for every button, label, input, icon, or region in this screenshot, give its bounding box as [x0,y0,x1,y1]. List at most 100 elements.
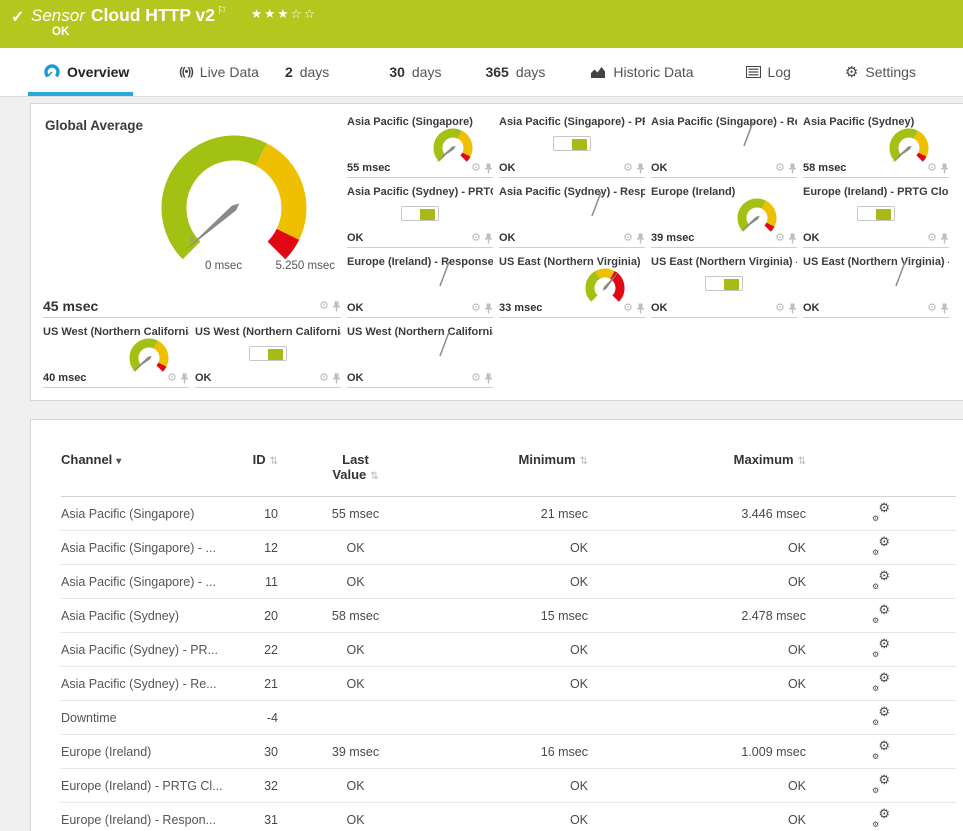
pin-icon[interactable] [636,303,645,314]
channel-gauge-tile[interactable]: Europe (Ireland) - Response C... OK ⚙ [347,254,493,318]
table-row[interactable]: Asia Pacific (Singapore) 10 55 msec 21 m… [61,496,956,531]
channel-minimum-cell: OK [433,768,588,803]
gear-icon[interactable]: ⚙ [471,232,481,244]
tab-settings[interactable]: ⚙ Settings [845,48,916,96]
tab-log[interactable]: Log [745,48,791,96]
table-row[interactable]: Europe (Ireland) 30 39 msec 16 msec 1.00… [61,734,956,769]
channel-name-cell[interactable]: Europe (Ireland) - PRTG Cl... [61,768,246,803]
channel-settings-icon[interactable]: ⚙ ⚙ [872,772,890,795]
table-row[interactable]: Asia Pacific (Singapore) - ... 12 OK OK … [61,530,956,565]
gear-icon[interactable]: ⚙ [775,232,785,244]
channel-name-cell[interactable]: Europe (Ireland) [61,734,246,769]
pin-icon[interactable] [332,373,341,384]
channel-name-cell[interactable]: Asia Pacific (Singapore) - ... [61,564,246,599]
channel-name-cell[interactable]: Asia Pacific (Sydney) [61,598,246,633]
tab-30-days[interactable]: 30 days [389,48,441,96]
channel-gauge-tile[interactable]: Asia Pacific (Sydney) - PRTG ... OK ⚙ [347,184,493,248]
gear-icon[interactable]: ⚙ [471,302,481,314]
pin-icon[interactable] [484,163,493,174]
channel-name-cell[interactable]: Asia Pacific (Sydney) - Re... [61,666,246,701]
table-row[interactable]: Asia Pacific (Sydney) - PR... 22 OK OK O… [61,632,956,667]
channel-tile-value: OK [499,232,516,244]
status-toggle-indicator [705,276,743,291]
channel-settings-icon[interactable]: ⚙ ⚙ [872,738,890,761]
gear-icon[interactable]: ⚙ [623,162,633,174]
pin-icon[interactable] [940,303,949,314]
gear-icon[interactable]: ⚙ [775,162,785,174]
table-row[interactable]: Europe (Ireland) - PRTG Cl... 32 OK OK O… [61,768,956,803]
channel-gauge-tile[interactable]: Asia Pacific (Sydney) - Respo... OK ⚙ [499,184,645,248]
pin-icon[interactable] [788,233,797,244]
tab-historic-data[interactable]: Historic Data [591,48,694,96]
channel-gauge-tile[interactable]: US East (Northern Virginia) 33 msec ⚙ [499,254,645,318]
pin-icon[interactable] [788,163,797,174]
channel-gauge-tile[interactable]: US East (Northern Virginia) - ... OK ⚙ [651,254,797,318]
gear-icon[interactable]: ⚙ [927,162,937,174]
channel-gauge-tile[interactable]: Asia Pacific (Singapore) - PR... OK ⚙ [499,114,645,178]
column-header-maximum[interactable]: Maximum ⇅ [588,446,806,497]
channel-settings-icon[interactable]: ⚙ ⚙ [872,602,890,625]
gear-icon[interactable]: ⚙ [471,372,481,384]
pin-icon[interactable] [636,233,645,244]
priority-stars[interactable]: ★★★☆☆ [251,7,317,21]
gear-icon[interactable]: ⚙ [775,302,785,314]
pin-icon[interactable] [332,301,341,312]
channel-settings-icon[interactable]: ⚙ ⚙ [872,670,890,693]
channel-gauge-tile[interactable]: Europe (Ireland) 39 msec ⚙ [651,184,797,248]
pin-icon[interactable] [484,373,493,384]
channel-settings-icon[interactable]: ⚙ ⚙ [872,704,890,727]
tab-bar: Overview ((•)) Live Data 2 days 30 days … [0,48,963,97]
gear-icon[interactable]: ⚙ [471,162,481,174]
column-header-id[interactable]: ID ⇅ [246,446,278,497]
pin-icon[interactable] [788,303,797,314]
column-header-last-value[interactable]: Last Value ⇅ [278,446,433,497]
channel-settings-icon[interactable]: ⚙ ⚙ [872,806,890,829]
channel-name-cell[interactable]: Downtime [61,700,246,735]
gear-icon[interactable]: ⚙ [927,302,937,314]
pin-icon[interactable] [484,303,493,314]
channel-gauge-tile[interactable]: Asia Pacific (Sydney) 58 msec ⚙ [803,114,949,178]
gauge-tile-global-average[interactable]: Global Average x̄ 0 msec 5.250 msec 45 m… [43,114,341,318]
pin-icon[interactable] [636,163,645,174]
gear-icon[interactable]: ⚙ [623,302,633,314]
table-row[interactable]: Asia Pacific (Sydney) 20 58 msec 15 msec… [61,598,956,633]
pin-icon[interactable] [940,233,949,244]
tab-365-days[interactable]: 365 days [485,48,545,96]
channel-gauge-tile[interactable]: Asia Pacific (Singapore) 55 msec ⚙ [347,114,493,178]
gear-icon[interactable]: ⚙ [623,232,633,244]
table-row[interactable]: Asia Pacific (Sydney) - Re... 21 OK OK O… [61,666,956,701]
pin-icon[interactable] [484,233,493,244]
channel-name-cell[interactable]: Asia Pacific (Singapore) - ... [61,530,246,565]
channel-name-cell[interactable]: Asia Pacific (Sydney) - PR... [61,632,246,667]
channel-gauge-tile[interactable]: Europe (Ireland) - PRTG Cloud... OK ⚙ [803,184,949,248]
channel-gauge-tile[interactable]: US West (Northern California) 40 msec ⚙ [43,324,189,388]
tab-2-days[interactable]: 2 days [285,48,329,96]
channel-maximum-cell: 1.009 msec [588,734,806,769]
channel-settings-icon[interactable]: ⚙ ⚙ [872,534,890,557]
channel-minimum-cell [433,700,588,735]
channel-gauge-tile[interactable]: Asia Pacific (Singapore) - Res... OK ⚙ [651,114,797,178]
channel-gauge-tile[interactable]: US West (Northern California)... OK ⚙ [195,324,341,388]
table-row[interactable]: Asia Pacific (Singapore) - ... 11 OK OK … [61,564,956,599]
column-header-minimum[interactable]: Minimum ⇅ [433,446,588,497]
gear-icon[interactable]: ⚙ [319,372,329,384]
table-row[interactable]: Downtime -4 ⚙ ⚙ [61,700,956,735]
channel-last-value-cell: OK [278,564,433,599]
gear-icon[interactable]: ⚙ [927,232,937,244]
pin-icon[interactable] [940,163,949,174]
channel-gauge-tile[interactable]: US East (Northern Virginia) - ... OK ⚙ [803,254,949,318]
tab-live-data[interactable]: ((•)) Live Data [179,48,259,96]
pin-icon[interactable] [180,373,189,384]
channel-name-cell[interactable]: Asia Pacific (Singapore) [61,496,246,531]
channel-settings-icon[interactable]: ⚙ ⚙ [872,568,890,591]
gear-icon[interactable]: ⚙ [319,300,329,312]
channel-settings-icon[interactable]: ⚙ ⚙ [872,636,890,659]
gear-icon[interactable]: ⚙ [167,372,177,384]
tab-overview[interactable]: Overview [28,48,134,96]
table-row[interactable]: Europe (Ireland) - Respon... 31 OK OK OK… [61,802,956,831]
channel-name-cell[interactable]: Europe (Ireland) - Respon... [61,802,246,831]
channel-settings-icon[interactable]: ⚙ ⚙ [872,500,890,523]
flag-icon[interactable]: ⚐ [217,5,227,17]
column-header-channel[interactable]: Channel ▾ [61,446,246,497]
channel-gauge-tile[interactable]: US West (Northern California)... OK ⚙ [347,324,493,388]
